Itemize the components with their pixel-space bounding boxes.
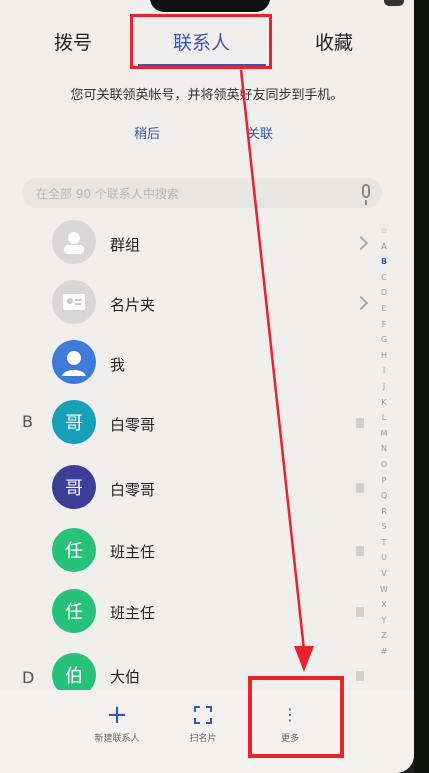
- later-button[interactable]: 稍后: [134, 123, 160, 142]
- chevron-right-icon: [353, 235, 369, 251]
- contact-name: 大伯: [110, 668, 141, 686]
- document-icon: [356, 671, 364, 681]
- alphabet-letter[interactable]: G: [377, 335, 391, 351]
- list-item-me[interactable]: 我: [0, 334, 380, 390]
- alphabet-letter[interactable]: X: [377, 600, 391, 616]
- scan-card-label: 扫名片: [189, 734, 217, 744]
- device-edge: [414, 0, 429, 773]
- alphabet-letter[interactable]: U: [377, 553, 391, 569]
- alphabet-letter[interactable]: O: [377, 460, 391, 476]
- contact-avatar: 任: [52, 589, 96, 633]
- alphabet-letter[interactable]: Z: [377, 631, 391, 647]
- alphabet-letter[interactable]: T: [377, 538, 391, 554]
- new-contact-label: 新建联系人: [94, 734, 140, 744]
- alphabet-letter[interactable]: L: [377, 413, 391, 429]
- alphabet-letter[interactable]: J: [377, 382, 391, 398]
- alphabet-letter[interactable]: R: [377, 507, 391, 523]
- scan-card-button[interactable]: 扫名片: [163, 702, 243, 744]
- chevron-right-icon: [353, 295, 369, 311]
- contact-avatar: 哥: [52, 465, 96, 509]
- list-item-business-cards[interactable]: 名片夹: [0, 274, 380, 330]
- alphabet-letter[interactable]: #: [377, 647, 391, 663]
- contact-name: 白零哥: [110, 481, 156, 499]
- tab-favorites[interactable]: 收藏: [315, 28, 353, 55]
- document-icon: [356, 546, 364, 556]
- document-icon: [356, 607, 364, 617]
- alphabet-letter[interactable]: Y: [377, 616, 391, 632]
- alphabet-letter[interactable]: M: [377, 429, 391, 445]
- plus-icon: +: [106, 700, 128, 730]
- alphabet-letter[interactable]: P: [377, 476, 391, 492]
- linkedin-notice: 您可关联领英帐号，并将领英好友同步到手机。: [70, 88, 344, 103]
- search-input[interactable]: 在全部 90 个联系人中搜索: [22, 178, 382, 208]
- alphabet-letter[interactable]: K: [377, 398, 391, 414]
- alphabet-letter[interactable]: A: [377, 242, 391, 258]
- list-item-contact[interactable]: 任 班主任: [0, 524, 380, 580]
- alphabet-letter[interactable]: F: [377, 320, 391, 336]
- microphone-icon[interactable]: [362, 184, 370, 205]
- contact-name: 班主任: [110, 543, 156, 561]
- new-contact-button[interactable]: + 新建联系人: [77, 702, 157, 744]
- alphabet-letter[interactable]: D: [377, 288, 391, 304]
- document-icon: [356, 418, 364, 428]
- alphabet-letter[interactable]: H: [377, 351, 391, 367]
- document-icon: [356, 483, 364, 493]
- bottom-action-bar: + 新建联系人 扫名片 ⋮ 更多: [0, 690, 414, 773]
- search-placeholder: 在全部 90 个联系人中搜索: [36, 187, 179, 201]
- alphabet-letter[interactable]: W: [377, 585, 391, 601]
- alphabet-letter[interactable]: ☆: [377, 226, 391, 242]
- contact-name: 班主任: [110, 604, 156, 622]
- group-icon: [52, 220, 96, 264]
- alphabet-letter[interactable]: Q: [377, 491, 391, 507]
- alphabet-letter[interactable]: N: [377, 444, 391, 460]
- alphabet-letter[interactable]: E: [377, 304, 391, 320]
- alphabet-letter[interactable]: B: [377, 257, 391, 273]
- more-button-highlight-box: [248, 676, 344, 758]
- contact-name: 我: [110, 356, 126, 374]
- scan-icon: [194, 706, 212, 724]
- contact-name: 白零哥: [110, 416, 156, 434]
- tab-dialer[interactable]: 拨号: [54, 28, 92, 55]
- contacts-tab-highlight-box: [130, 14, 272, 69]
- alphabet-letter[interactable]: V: [377, 569, 391, 585]
- alphabet-index[interactable]: ☆ A B C D E F G H I J K L M N O P Q R S T U V W X Y Z #: [377, 226, 391, 663]
- alphabet-letter[interactable]: I: [377, 366, 391, 382]
- contact-name: 名片夹: [110, 296, 156, 314]
- contact-avatar: 任: [52, 528, 96, 572]
- list-item-groups[interactable]: 群组: [0, 214, 380, 270]
- contact-avatar: 哥: [52, 400, 96, 444]
- list-item-contact[interactable]: 哥 白零哥: [0, 394, 380, 450]
- link-account-button[interactable]: 关联: [247, 123, 273, 142]
- business-card-icon: [52, 280, 96, 324]
- alphabet-letter[interactable]: S: [377, 522, 391, 538]
- list-item-contact[interactable]: 哥 白零哥: [0, 459, 380, 515]
- person-icon: [52, 340, 96, 384]
- list-item-contact[interactable]: 任 班主任: [0, 586, 380, 642]
- phone-screen: 拨号 联系人 收藏 您可关联领英帐号，并将领英好友同步到手机。 稍后 关联 在全…: [0, 0, 414, 773]
- alphabet-letter[interactable]: C: [377, 273, 391, 289]
- contact-name: 群组: [110, 236, 141, 254]
